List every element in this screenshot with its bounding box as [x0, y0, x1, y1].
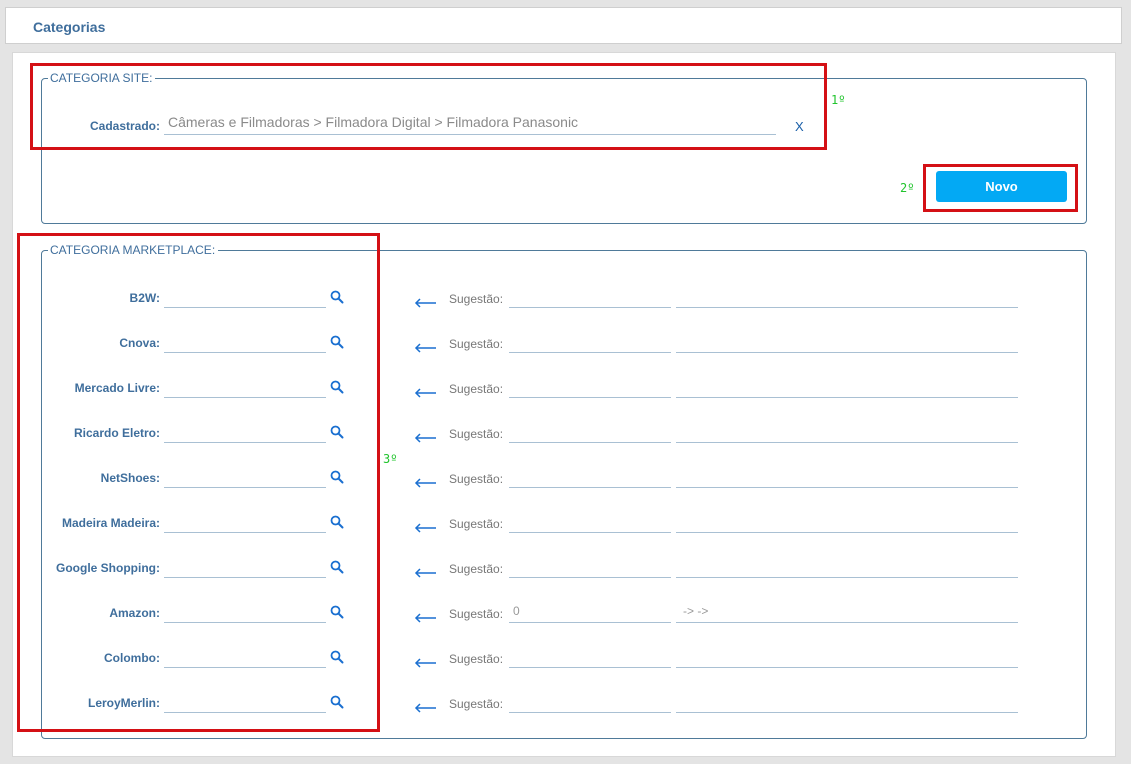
sugestao-label: Sugestão:: [449, 562, 504, 576]
sugestao-path-underline: [676, 622, 1018, 623]
sugestao-path-underline: [676, 487, 1018, 488]
arrow-left-right-icon: [414, 700, 438, 713]
page-header: Categorias: [5, 7, 1122, 44]
arrow-left-right-icon: [414, 295, 438, 308]
sugestao-code-underline: [509, 307, 671, 308]
annotation-first: 1º: [831, 93, 846, 107]
sugestao-code-underline: [509, 352, 671, 353]
sugestao-path-underline: [676, 667, 1018, 668]
highlight-box-marketplace: [17, 233, 380, 732]
annotation-third: 3º: [383, 452, 398, 466]
sugestao-label: Sugestão:: [449, 292, 504, 306]
sugestao-path-field[interactable]: -> ->: [683, 604, 708, 618]
page-title: Categorias: [33, 19, 106, 35]
highlight-box-site: [30, 63, 827, 150]
sugestao-path-underline: [676, 577, 1018, 578]
sugestao-code-underline: [509, 487, 671, 488]
highlight-box-novo: [923, 164, 1078, 212]
arrow-left-right-icon: [414, 565, 438, 578]
sugestao-code-underline: [509, 577, 671, 578]
sugestao-code-field[interactable]: 0: [513, 604, 520, 618]
sugestao-code-underline: [509, 442, 671, 443]
sugestao-label: Sugestão:: [449, 427, 504, 441]
sugestao-label: Sugestão:: [449, 652, 504, 666]
sugestao-path-underline: [676, 712, 1018, 713]
arrow-left-right-icon: [414, 385, 438, 398]
annotation-second: 2º: [900, 181, 915, 195]
arrow-left-right-icon: [414, 430, 438, 443]
arrow-left-right-icon: [414, 655, 438, 668]
sugestao-label: Sugestão:: [449, 382, 504, 396]
arrow-left-right-icon: [414, 610, 438, 623]
sugestao-code-underline: [509, 397, 671, 398]
arrow-left-right-icon: [414, 340, 438, 353]
arrow-left-right-icon: [414, 475, 438, 488]
sugestao-label: Sugestão:: [449, 517, 504, 531]
sugestao-label: Sugestão:: [449, 697, 504, 711]
sugestao-path-underline: [676, 532, 1018, 533]
sugestao-code-underline: [509, 622, 671, 623]
sugestao-label: Sugestão:: [449, 337, 504, 351]
sugestao-code-underline: [509, 532, 671, 533]
sugestao-code-underline: [509, 712, 671, 713]
sugestao-path-underline: [676, 307, 1018, 308]
sugestao-code-underline: [509, 667, 671, 668]
sugestao-path-underline: [676, 442, 1018, 443]
sugestao-label: Sugestão:: [449, 472, 504, 486]
sugestao-path-underline: [676, 397, 1018, 398]
sugestao-label: Sugestão:: [449, 607, 504, 621]
arrow-left-right-icon: [414, 520, 438, 533]
sugestao-path-underline: [676, 352, 1018, 353]
